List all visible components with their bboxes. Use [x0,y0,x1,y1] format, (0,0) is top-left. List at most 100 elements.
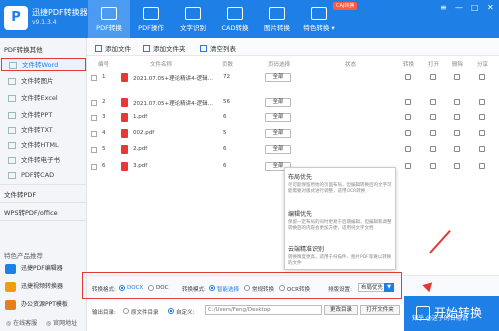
share-icon[interactable] [479,130,485,136]
cloud-ocr-option[interactable]: 云端精准识别 [288,244,324,253]
promo-pdf-editor[interactable]: 迅捷PDF编辑器 [3,262,85,276]
page-select-dropdown[interactable]: 全部 [265,145,291,154]
share-icon[interactable] [479,74,485,80]
menu-icon[interactable]: ≡ [440,3,447,12]
delete-icon[interactable] [454,99,460,105]
edit-first-option[interactable]: 编辑优先 [288,209,312,218]
format-docx-label[interactable]: DOCX [127,285,143,291]
sidebar-item-image[interactable]: 文件转图片 [1,75,86,88]
open-folder-button[interactable]: 打开文件夹 [360,305,400,315]
open-folder-icon[interactable] [430,163,436,169]
nav-pdf-convert[interactable]: PDF转换 [88,0,130,38]
watermark-text: 知乎 @这子的日常说 [412,315,468,322]
close-button[interactable]: ✕ [487,3,494,12]
share-icon[interactable] [479,99,485,105]
format-docx-radio[interactable] [119,285,125,291]
row-checkbox[interactable] [91,75,97,81]
mode-normal-radio[interactable] [244,285,250,291]
open-folder-icon[interactable] [430,130,436,136]
sidebar-group-file-to-pdf[interactable]: 文件转PDF [4,189,36,199]
output-source-label[interactable]: 原文件目录 [131,308,159,316]
promo-video-converter[interactable]: 迅捷视频转换器 [3,280,85,294]
row-checkbox[interactable] [91,100,97,106]
share-icon[interactable] [479,114,485,120]
col-convert: 转换 [403,62,415,68]
change-dir-button[interactable]: 更改目录 [324,305,358,315]
convert-row-icon[interactable] [405,163,411,169]
delete-icon[interactable] [454,74,460,80]
output-source-radio[interactable] [123,308,129,314]
sidebar-group-title: PDF转换其他 [4,46,43,54]
add-folder-button[interactable]: 添加文件夹 [143,43,186,53]
delete-icon[interactable] [454,130,460,136]
website-link[interactable]: ◎ 官网地址 [46,318,77,327]
sidebar-item-html[interactable]: 文件转HTML [1,139,86,152]
share-icon[interactable] [479,146,485,152]
output-custom-label[interactable]: 自定义: [176,308,194,316]
convert-row-icon[interactable] [405,146,411,152]
page-select-dropdown[interactable]: 全部 [265,98,291,107]
output-path-field[interactable]: C:/Users/Feng/Desktop [205,305,322,315]
col-page-select: 页码选择 [268,62,291,68]
pdf-editor-icon [5,264,16,274]
row-checkbox[interactable] [91,147,97,153]
pdf-file-icon [121,98,128,107]
delete-icon[interactable] [454,146,460,152]
nav-pdf-operate[interactable]: PDF操作 [130,0,172,38]
mode-normal-label[interactable]: 常规转换 [252,285,274,293]
mode-ocr-radio[interactable] [279,285,285,291]
chevron-down-icon[interactable]: ▼ [384,283,394,292]
clear-list-button[interactable]: 清空列表 [200,43,236,53]
col-share: 分享 [477,62,489,68]
format-doc-label[interactable]: DOC [156,285,168,291]
open-folder-icon[interactable] [430,114,436,120]
layout-first-option[interactable]: 布局优先 [288,172,312,181]
divider [0,184,87,185]
clear-icon [200,45,207,52]
sidebar-item-txt[interactable]: 文件转TXT [1,124,86,137]
cloud-ocr-desc: 转换精度更高，适用于扫描件、图片PDF等难以转换的文件 [288,255,392,266]
convert-row-icon[interactable] [405,99,411,105]
sidebar-item-excel[interactable]: 文件转Excel [1,92,86,105]
maximize-button[interactable]: □ [471,3,479,12]
row-checkbox[interactable] [91,131,97,137]
row-checkbox[interactable] [91,164,97,170]
mode-auto-label[interactable]: 智能选择 [217,285,239,293]
row-pages: 6 [223,146,227,152]
page-select-dropdown[interactable]: 全部 [265,129,291,138]
nav-cad[interactable]: CAD转换 [214,0,256,38]
row-checkbox[interactable] [91,115,97,121]
sidebar-item-ebook[interactable]: 文件转电子书 [1,154,86,167]
sidebar-item-ppt[interactable]: 文件转PPT [1,109,86,122]
sidebar-item-cad[interactable]: PDF转CAD [1,169,86,182]
mode-ocr-label[interactable]: OCR转换 [287,285,310,293]
divider [0,202,87,203]
convert-row-icon[interactable] [405,74,411,80]
minimize-button[interactable]: — [455,3,463,12]
promo-ppt-template[interactable]: 办公资源PPT模板 [3,298,85,312]
delete-icon[interactable] [454,114,460,120]
customer-service-link[interactable]: ◎ 在线客服 [6,318,37,327]
format-doc-radio[interactable] [148,285,154,291]
nav-image[interactable]: 图片转换 [256,0,298,38]
pdf-convert-icon [101,7,117,20]
delete-icon[interactable] [454,163,460,169]
mode-auto-radio[interactable] [209,285,215,291]
open-folder-icon[interactable] [430,146,436,152]
app-name: 迅捷PDF转换器 [32,8,88,17]
pdf-operate-icon [143,7,159,20]
cad-icon [227,7,243,20]
page-select-dropdown[interactable]: 全部 [265,113,291,122]
share-icon[interactable] [479,163,485,169]
sidebar-item-word[interactable]: 文件转Word [1,58,86,71]
output-custom-radio[interactable] [168,308,174,314]
add-file-button[interactable]: 添加文件 [95,43,131,53]
convert-row-icon[interactable] [405,130,411,136]
open-folder-icon[interactable] [430,99,436,105]
caj-badge[interactable]: CAJ转换 [333,2,358,10]
convert-row-icon[interactable] [405,114,411,120]
open-folder-icon[interactable] [430,74,436,80]
sidebar-group-wps[interactable]: WPS转PDF/office [4,207,58,217]
page-select-dropdown[interactable]: 全部 [265,73,291,82]
nav-ocr[interactable]: 文字识别 [172,0,214,38]
